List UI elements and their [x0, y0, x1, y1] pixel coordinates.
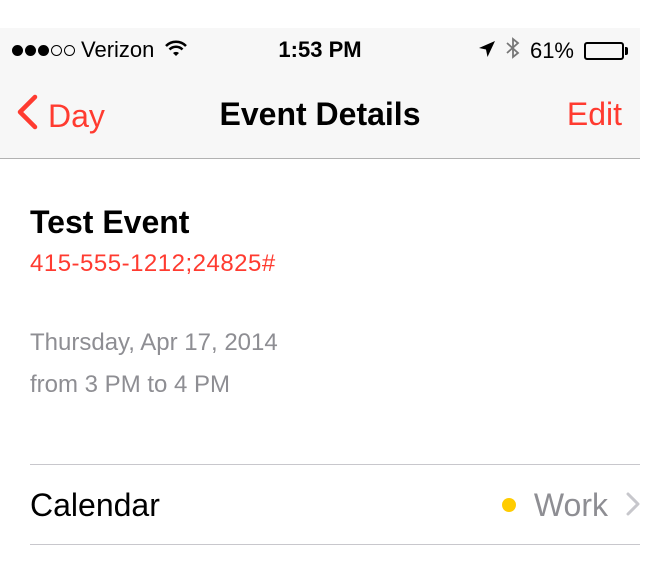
calendar-color-dot	[501, 498, 516, 512]
event-date: Thursday, Apr 17, 2014	[30, 329, 278, 356]
navigation-bar: Day Event Details Edit	[0, 90, 640, 140]
battery-icon	[584, 42, 628, 60]
calendar-label: Calendar	[30, 486, 160, 523]
edit-button[interactable]: Edit	[567, 96, 622, 133]
chevron-right-icon	[626, 487, 640, 524]
calendar-value: Work	[501, 486, 640, 524]
calendar-row[interactable]: Calendar Work	[30, 466, 640, 544]
bluetooth-icon	[506, 37, 520, 65]
location-arrow-icon	[478, 38, 496, 64]
page-title: Event Details	[219, 96, 421, 132]
event-details: Test Event 415-555-1212;24825# Thursday,…	[30, 200, 640, 406]
top-bar: Verizon 1:53 PM 61% Day Event Details Ed…	[0, 28, 640, 159]
battery-percent: 61%	[529, 38, 574, 63]
event-time-range: from 3 PM to 4 PM	[30, 371, 231, 398]
event-date-time: Thursday, Apr 17, 2014 from 3 PM to 4 PM	[30, 322, 640, 406]
divider	[30, 544, 640, 545]
calendar-name: Work	[533, 486, 608, 523]
status-bar: Verizon 1:53 PM 61%	[0, 28, 640, 72]
event-title: Test Event	[30, 204, 190, 240]
status-right: 61%	[478, 37, 628, 65]
divider	[30, 464, 640, 465]
event-phone-link[interactable]: 415-555-1212;24825#	[30, 250, 640, 278]
